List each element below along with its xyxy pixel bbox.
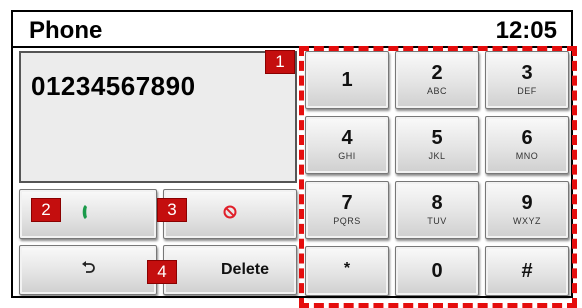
key-letters: ABC bbox=[426, 86, 447, 96]
phone-handset-icon bbox=[81, 204, 95, 225]
title-bar: Phone 12:05 bbox=[13, 12, 571, 48]
delete-label: Delete bbox=[220, 261, 270, 278]
key-letters: JKL bbox=[428, 151, 446, 161]
key-digit: 6 bbox=[521, 127, 533, 149]
key-7[interactable]: 7 PQRS bbox=[305, 181, 389, 239]
delete-button[interactable]: Delete bbox=[163, 245, 297, 295]
key-9[interactable]: 9 WXYZ bbox=[485, 181, 569, 239]
app-title: Phone bbox=[29, 17, 103, 44]
key-digit: 9 bbox=[521, 192, 533, 214]
key-letters: DEF bbox=[517, 86, 537, 96]
key-digit: 0 bbox=[431, 260, 443, 282]
key-digit: 3 bbox=[521, 62, 533, 84]
back-button[interactable] bbox=[19, 245, 157, 295]
marker-1: 1 bbox=[265, 50, 295, 74]
key-digit: 2 bbox=[431, 62, 443, 84]
key-3[interactable]: 3 DEF bbox=[485, 51, 569, 109]
key-4[interactable]: 4 GHI bbox=[305, 116, 389, 174]
key-letters: GHI bbox=[338, 151, 356, 161]
no-entry-icon bbox=[223, 205, 237, 224]
key-6[interactable]: 6 MNO bbox=[485, 116, 569, 174]
key-star[interactable]: * bbox=[305, 246, 389, 296]
key-5[interactable]: 5 JKL bbox=[395, 116, 479, 174]
key-hash[interactable]: # bbox=[485, 246, 569, 296]
key-digit: 1 bbox=[341, 69, 353, 91]
number-display: 01234567890 bbox=[19, 51, 297, 183]
key-2[interactable]: 2 ABC bbox=[395, 51, 479, 109]
key-digit: 8 bbox=[431, 192, 443, 214]
key-digit: # bbox=[521, 260, 533, 282]
dialed-number: 01234567890 bbox=[31, 71, 196, 101]
key-letters: PQRS bbox=[333, 216, 361, 226]
key-8[interactable]: 8 TUV bbox=[395, 181, 479, 239]
key-digit: 7 bbox=[341, 192, 353, 214]
key-letters: MNO bbox=[515, 151, 539, 161]
phone-app-window: Phone 12:05 01234567890 Delete 1 2 ABC 3… bbox=[11, 10, 577, 308]
undo-arrow-icon bbox=[80, 260, 96, 280]
key-digit: 5 bbox=[431, 127, 443, 149]
key-letters: WXYZ bbox=[513, 216, 541, 226]
marker-2: 2 bbox=[31, 198, 61, 222]
clock: 12:05 bbox=[495, 17, 557, 44]
marker-4: 4 bbox=[147, 260, 177, 284]
marker-3: 3 bbox=[157, 198, 187, 222]
key-0[interactable]: 0 bbox=[395, 246, 479, 296]
key-letters: TUV bbox=[427, 216, 447, 226]
key-digit: * bbox=[343, 260, 351, 277]
key-digit: 4 bbox=[341, 127, 353, 149]
key-1[interactable]: 1 bbox=[305, 51, 389, 109]
